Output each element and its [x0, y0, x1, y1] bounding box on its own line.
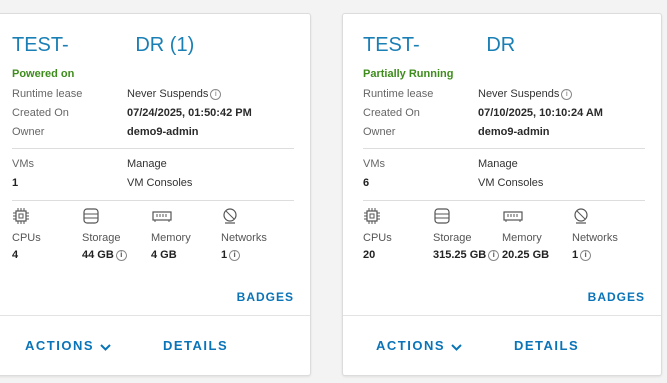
- details-button[interactable]: DETAILS: [514, 338, 579, 353]
- vms-count: 6: [363, 177, 370, 189]
- resource-value: 20: [363, 249, 376, 261]
- storage-icon: [433, 207, 499, 229]
- resource-storage: Storage 315.25 GB i: [433, 207, 500, 261]
- status-text: Powered on: [12, 68, 75, 80]
- divider: [12, 148, 294, 149]
- divider: [363, 200, 645, 201]
- resource-label: Networks: [572, 232, 618, 244]
- resource-label: Storage: [82, 232, 121, 244]
- actions-dropdown[interactable]: ACTIONS: [376, 338, 462, 354]
- resource-value: 315.25 GB i: [433, 249, 500, 261]
- manage-link[interactable]: Manage: [127, 158, 167, 170]
- resource-label: Memory: [502, 232, 542, 244]
- actions-dropdown[interactable]: ACTIONS: [25, 338, 111, 354]
- resource-memory: Memory 20.25 GB: [502, 207, 549, 261]
- chevron-down-icon: [100, 339, 111, 354]
- resource-label: Storage: [433, 232, 472, 244]
- resource-cpus: CPUs 20: [363, 207, 392, 261]
- vms-label: VMs: [12, 158, 34, 170]
- divider: [343, 315, 661, 316]
- cpu-icon: [363, 207, 392, 229]
- resource-label: CPUs: [363, 232, 392, 244]
- cpu-icon: [12, 207, 41, 229]
- resource-label: Memory: [151, 232, 191, 244]
- resource-networks: Networks 1i: [572, 207, 618, 261]
- resource-label: Networks: [221, 232, 267, 244]
- resource-value: 4 GB: [151, 249, 177, 261]
- chevron-down-icon: [451, 339, 462, 354]
- vapp-card: TEST- DR Partially Running Runtime lease…: [342, 13, 662, 376]
- owner-label: Owner: [363, 126, 396, 138]
- runtime-lease-value: Never Suspends i: [127, 88, 222, 100]
- storage-icon: [82, 207, 127, 229]
- badges-button[interactable]: BADGES: [237, 290, 294, 304]
- divider: [12, 200, 294, 201]
- info-icon[interactable]: i: [229, 249, 241, 261]
- created-on-label: Created On: [12, 107, 69, 119]
- resource-value: 4: [12, 249, 19, 261]
- runtime-lease-label: Runtime lease: [12, 88, 83, 100]
- created-on-label: Created On: [363, 107, 420, 119]
- resource-value: 1i: [221, 249, 267, 261]
- runtime-lease-label: Runtime lease: [363, 88, 434, 100]
- status-text: Partially Running: [363, 68, 454, 80]
- info-icon[interactable]: i: [561, 88, 573, 100]
- resource-label: CPUs: [12, 232, 41, 244]
- network-icon: [572, 207, 618, 229]
- resource-networks: Networks 1i: [221, 207, 267, 261]
- resource-cpus: CPUs 4: [12, 207, 41, 261]
- vm-consoles-link[interactable]: VM Consoles: [478, 177, 543, 189]
- badges-button[interactable]: BADGES: [588, 290, 645, 304]
- resource-value: 44 GB i: [82, 249, 127, 261]
- owner-label: Owner: [12, 126, 45, 138]
- vapp-title[interactable]: TEST- DR (1): [12, 34, 294, 57]
- created-on-value: 07/10/2025, 10:10:24 AM: [478, 107, 603, 119]
- owner-value: demo9-admin: [478, 126, 550, 138]
- owner-value: demo9-admin: [127, 126, 199, 138]
- divider: [0, 315, 310, 316]
- info-icon[interactable]: i: [580, 249, 592, 261]
- runtime-lease-value: Never Suspends i: [478, 88, 573, 100]
- network-icon: [221, 207, 267, 229]
- memory-icon: [151, 207, 191, 229]
- divider: [363, 148, 645, 149]
- manage-link[interactable]: Manage: [478, 158, 518, 170]
- resources: CPUs 20 Storage 315.25 GB i Memory 20.25 …: [363, 207, 645, 267]
- resources: CPUs 4 Storage 44 GB i Memory 4 GB Networ…: [12, 207, 294, 267]
- memory-icon: [502, 207, 549, 229]
- created-on-value: 07/24/2025, 01:50:42 PM: [127, 107, 252, 119]
- resource-value: 1i: [572, 249, 618, 261]
- details-button[interactable]: DETAILS: [163, 338, 228, 353]
- vms-count: 1: [12, 177, 19, 189]
- vm-consoles-link[interactable]: VM Consoles: [127, 177, 192, 189]
- info-icon[interactable]: i: [488, 249, 500, 261]
- vms-label: VMs: [363, 158, 385, 170]
- resource-value: 20.25 GB: [502, 249, 550, 261]
- resource-memory: Memory 4 GB: [151, 207, 191, 261]
- info-icon[interactable]: i: [210, 88, 222, 100]
- info-icon[interactable]: i: [115, 249, 127, 261]
- vapp-title[interactable]: TEST- DR: [363, 34, 645, 57]
- resource-storage: Storage 44 GB i: [82, 207, 127, 261]
- vapp-card: TEST- DR (1) Powered on Runtime lease Ne…: [0, 13, 311, 376]
